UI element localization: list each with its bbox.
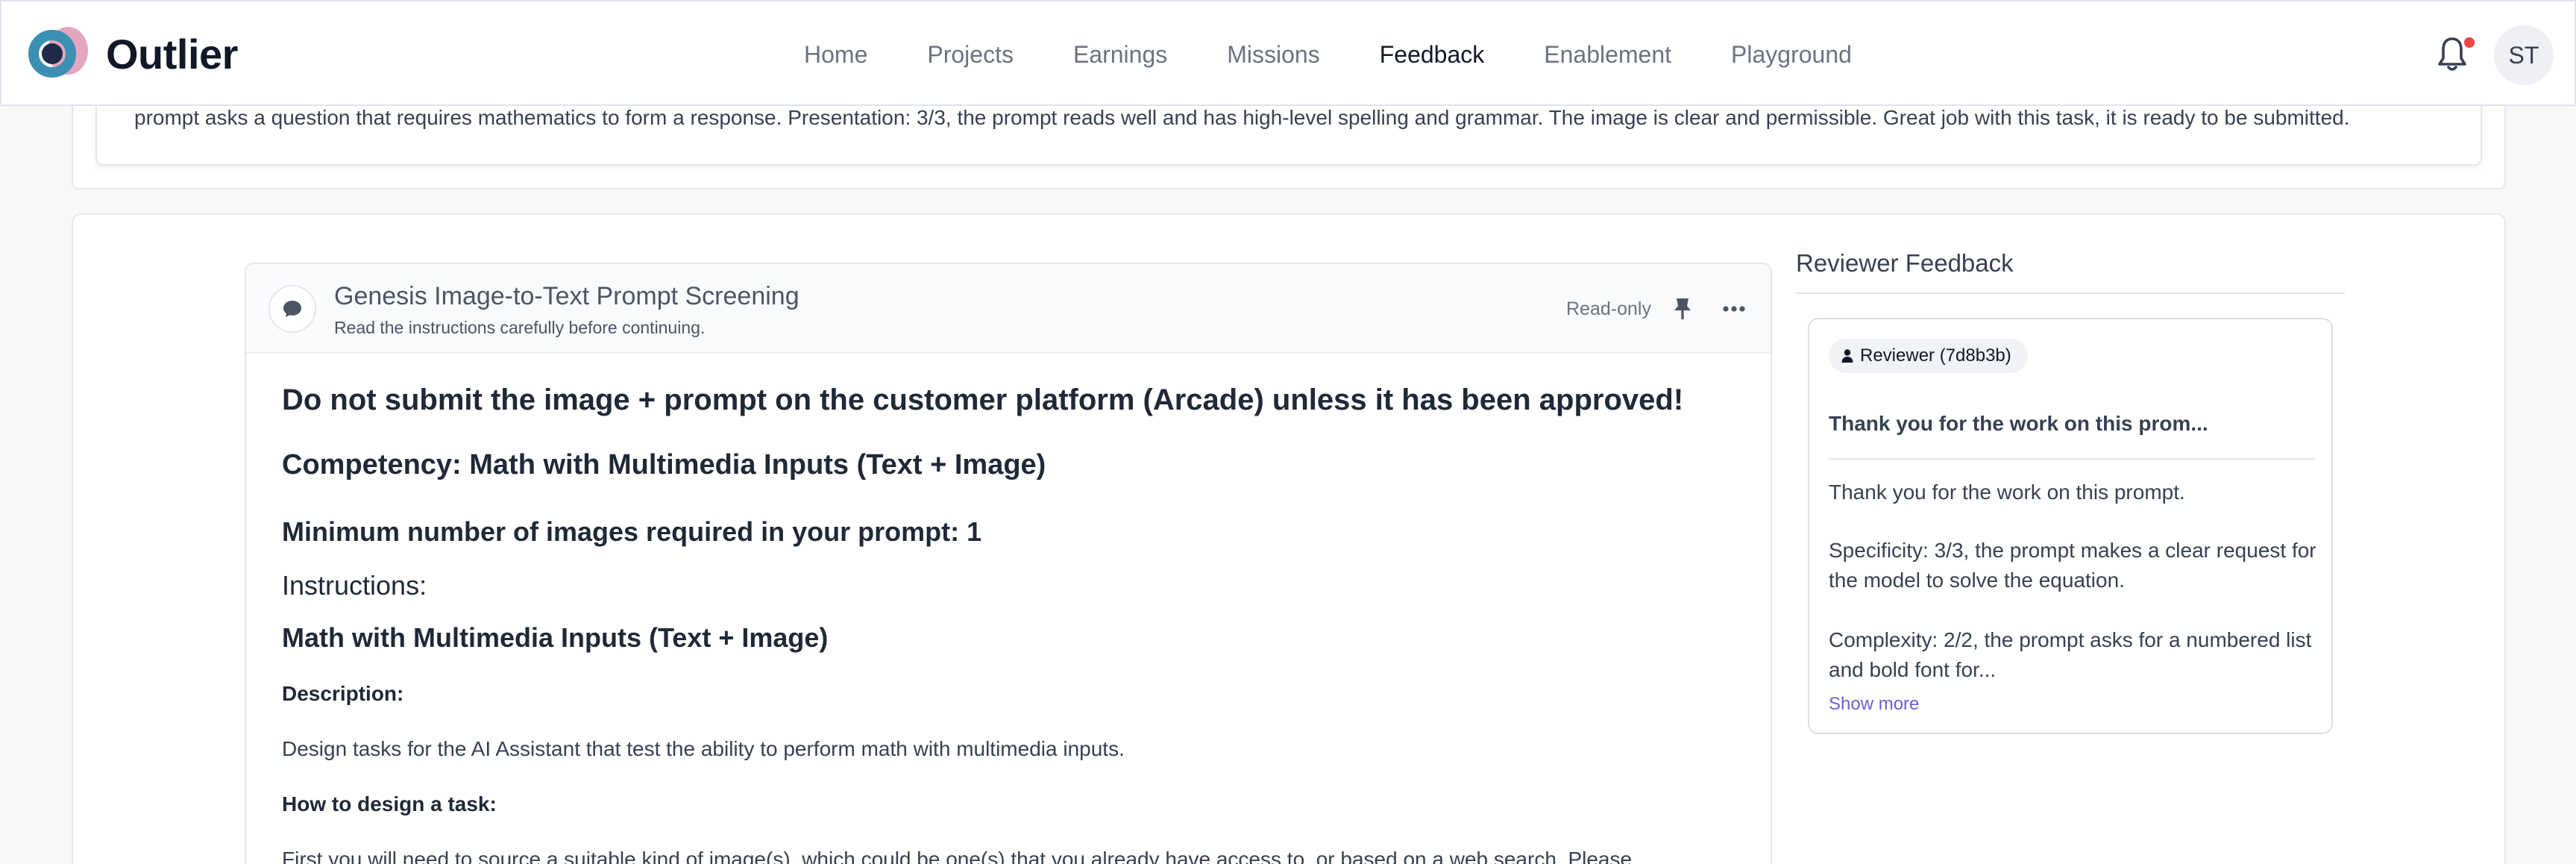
reviewer-label: Reviewer (7d8b3b) xyxy=(1860,345,2011,366)
instructions-subtitle: Read the instructions carefully before c… xyxy=(334,318,706,337)
brand[interactable]: Outlier xyxy=(24,27,238,81)
outlier-logo-icon xyxy=(24,27,91,81)
brand-name: Outlier xyxy=(106,30,238,78)
reviewer-feedback-heading: Reviewer Feedback xyxy=(1796,249,2014,277)
how-to-text: First you will need to source a suitable… xyxy=(282,848,1633,864)
nav-missions[interactable]: Missions xyxy=(1227,41,1319,69)
nav-feedback[interactable]: Feedback xyxy=(1380,41,1485,69)
pin-icon[interactable] xyxy=(1672,297,1693,321)
nav-projects[interactable]: Projects xyxy=(927,41,1014,69)
notification-badge xyxy=(2464,37,2475,48)
feedback-paragraph: Specificity: 3/3, the prompt makes a cle… xyxy=(1829,539,2316,592)
user-avatar[interactable]: ST xyxy=(2494,25,2554,85)
read-only-status: Read-only xyxy=(1566,298,1651,319)
instructions-title: Genesis Image-to-Text Prompt Screening xyxy=(334,282,799,310)
how-to-label: How to design a task: xyxy=(282,792,497,816)
feedback-separator xyxy=(1829,458,2315,460)
instructions-header: Genesis Image-to-Text Prompt Screening R… xyxy=(246,264,1771,354)
reviewer-feedback-card: Reviewer (7d8b3b) Thank you for the work… xyxy=(1808,318,2333,734)
approval-warning: Do not submit the image + prompt on the … xyxy=(282,384,1684,416)
nav-enablement[interactable]: Enablement xyxy=(1544,41,1671,69)
user-icon xyxy=(1841,349,1853,363)
competency-heading: Competency: Math with Multimedia Inputs … xyxy=(282,449,1046,480)
feedback-paragraph: Complexity: 2/2, the prompt asks for a n… xyxy=(1829,628,2312,681)
more-options-icon[interactable] xyxy=(1721,300,1747,318)
reviewer-chip: Reviewer (7d8b3b) xyxy=(1829,339,2028,373)
description-label: Description: xyxy=(282,682,404,705)
feedback-summary: Thank you for the work on this prom... xyxy=(1829,412,2208,435)
reviewer-feedback-divider xyxy=(1796,292,2345,294)
minimum-images-heading: Minimum number of images required in you… xyxy=(282,516,982,547)
top-navigation-bar: Outlier Home Projects Earnings Missions … xyxy=(0,0,2576,106)
instructions-card: Genesis Image-to-Text Prompt Screening R… xyxy=(245,263,1772,864)
nav-home[interactable]: Home xyxy=(804,41,867,69)
section-heading: Math with Multimedia Inputs (Text + Imag… xyxy=(282,622,829,653)
main-nav: Home Projects Earnings Missions Feedback… xyxy=(804,1,1911,107)
instructions-heading: Instructions: xyxy=(282,570,427,601)
chat-bubble-icon xyxy=(268,285,316,333)
nav-playground[interactable]: Playground xyxy=(1731,41,1852,69)
feedback-paragraph: Thank you for the work on this prompt. xyxy=(1829,480,2185,504)
show-more-link[interactable]: Show more xyxy=(1829,694,1919,715)
description-text: Design tasks for the AI Assistant that t… xyxy=(282,737,1125,760)
previous-feedback-text: prompt asks a question that requires mat… xyxy=(134,106,2350,129)
nav-earnings[interactable]: Earnings xyxy=(1073,41,1167,69)
